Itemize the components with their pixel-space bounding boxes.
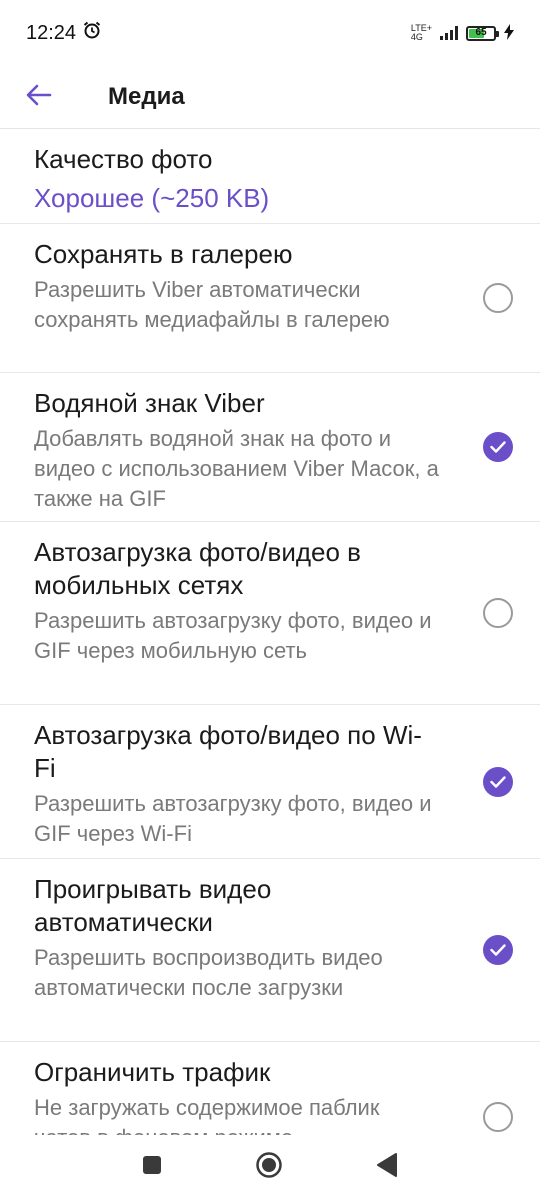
setting-title: Качество фото [34, 144, 213, 174]
status-right: LTE+ 4G 65 [411, 23, 514, 43]
status-time: 12:24 [26, 21, 77, 44]
setting-viber-watermark[interactable]: Водяной знак Viber Добавлять водяной зна… [0, 373, 540, 522]
battery-level: 65 [475, 26, 487, 38]
setting-save-to-gallery[interactable]: Сохранять в галерею Разрешить Viber авто… [0, 224, 540, 373]
limit-traffic-checkbox[interactable] [483, 1102, 513, 1132]
setting-title: Автозагрузка фото/видео по Wi-Fi [34, 720, 422, 783]
recents-button[interactable] [137, 1152, 167, 1182]
check-icon [490, 944, 506, 956]
back-button[interactable] [14, 72, 64, 122]
battery-icon: 65 [466, 25, 499, 41]
status-left: 12:24 [26, 20, 102, 46]
home-button[interactable] [253, 1151, 285, 1183]
arrow-left-icon [26, 84, 52, 111]
setting-title: Проигрывать видео автоматически [34, 874, 272, 937]
setting-description: Добавлять водяной знак на фото и видео с… [34, 426, 439, 511]
setting-title: Автозагрузка фото/видео в мобильных сетя… [34, 537, 361, 600]
watermark-checkbox[interactable] [483, 432, 513, 462]
setting-title: Сохранять в галерею [34, 239, 293, 269]
setting-autodownload-mobile[interactable]: Автозагрузка фото/видео в мобильных сетя… [0, 522, 540, 705]
save-to-gallery-checkbox[interactable] [483, 283, 513, 313]
settings-list[interactable]: Качество фото Хорошее (~250 KB) Сохранят… [0, 129, 540, 1135]
page-title: Медиа [108, 83, 185, 110]
check-icon [490, 441, 506, 453]
setting-autoplay-video[interactable]: Проигрывать видео автоматически Разрешит… [0, 859, 540, 1042]
app-bar: Медиа [0, 66, 540, 129]
recents-square-icon [142, 1155, 162, 1180]
setting-description: Не загружать содержимое паблик чатов в ф… [34, 1095, 380, 1135]
nav-back-button[interactable] [371, 1151, 403, 1183]
setting-description: Разрешить воспроизводить видео автоматич… [34, 945, 383, 1000]
setting-limit-traffic[interactable]: Ограничить трафик Не загружать содержимо… [0, 1042, 540, 1135]
signal-icon [440, 26, 458, 40]
setting-photo-quality[interactable]: Качество фото Хорошее (~250 KB) [0, 129, 540, 224]
setting-description: Разрешить автозагрузку фото, видео и GIF… [34, 608, 432, 663]
autoplay-video-checkbox[interactable] [483, 935, 513, 965]
autodownload-mobile-checkbox[interactable] [483, 598, 513, 628]
charging-icon [504, 23, 514, 43]
setting-value: Хорошее (~250 KB) [34, 183, 270, 213]
system-nav-bar [0, 1135, 540, 1200]
setting-description: Разрешить Viber автоматически сохранять … [34, 277, 390, 332]
setting-title: Ограничить трафик [34, 1057, 271, 1087]
setting-description: Разрешить автозагрузку фото, видео и GIF… [34, 791, 432, 846]
check-icon [490, 775, 506, 788]
alarm-icon [82, 20, 102, 46]
home-circle-icon [255, 1151, 283, 1184]
status-bar: 12:24 LTE+ 4G 65 [0, 0, 540, 66]
network-subtype: 4G [410, 32, 423, 42]
back-triangle-icon [376, 1152, 398, 1182]
setting-autodownload-wifi[interactable]: Автозагрузка фото/видео по Wi-Fi Разреши… [0, 705, 540, 859]
autodownload-wifi-checkbox[interactable] [483, 766, 513, 797]
network-label: LTE+ 4G [411, 24, 432, 42]
setting-title: Водяной знак Viber [34, 388, 265, 418]
